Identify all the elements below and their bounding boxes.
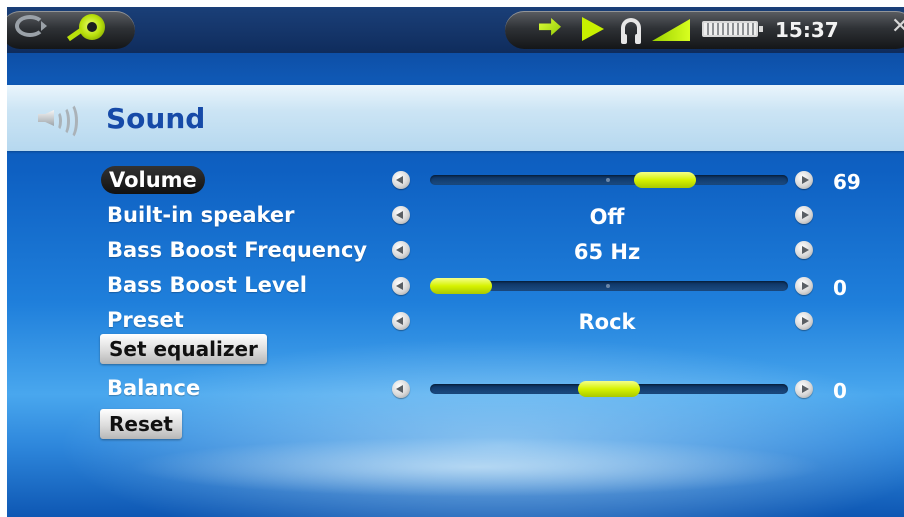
- bass-level-decrease-arrow-icon[interactable]: [392, 277, 410, 295]
- setting-label-bass-boost-level[interactable]: Bass Boost Level: [107, 273, 307, 297]
- balance-value: 0: [833, 379, 847, 403]
- bass-boost-level-slider-knob[interactable]: [430, 278, 492, 294]
- preset-prev-arrow-icon[interactable]: [392, 312, 410, 330]
- close-icon[interactable]: ✕: [891, 16, 904, 38]
- bass-frequency-next-arrow-icon[interactable]: [795, 241, 813, 259]
- volume-value: 69: [833, 170, 861, 194]
- device-screen: 15:37 ✕ Sound Volume 69 Built-in speaker…: [7, 7, 904, 517]
- builtin-speaker-value: Off: [589, 205, 625, 229]
- play-icon: [582, 17, 604, 41]
- balance-slider[interactable]: [430, 381, 788, 397]
- balance-slider-knob[interactable]: [578, 381, 640, 397]
- clock: 15:37: [775, 18, 839, 42]
- preset-next-arrow-icon[interactable]: [795, 312, 813, 330]
- refresh-icon[interactable]: [15, 15, 47, 37]
- volume-increase-arrow-icon[interactable]: [795, 171, 813, 189]
- bass-boost-frequency-value: 65 Hz: [573, 240, 641, 264]
- bass-level-increase-arrow-icon[interactable]: [795, 277, 813, 295]
- balance-left-arrow-icon[interactable]: [392, 380, 410, 398]
- settings-icon[interactable]: [79, 14, 105, 40]
- setting-label-builtin-speaker[interactable]: Built-in speaker: [107, 203, 295, 227]
- setting-label-bass-boost-frequency[interactable]: Bass Boost Frequency: [107, 238, 367, 262]
- headphones-icon: [621, 18, 641, 44]
- set-equalizer-button[interactable]: Set equalizer: [100, 334, 267, 364]
- bass-boost-level-value: 0: [833, 276, 847, 300]
- battery-icon: [702, 21, 763, 37]
- reset-button[interactable]: Reset: [100, 409, 182, 439]
- setting-label-preset[interactable]: Preset: [107, 308, 184, 332]
- speaker-next-arrow-icon[interactable]: [795, 206, 813, 224]
- volume-slider[interactable]: [430, 172, 788, 188]
- setting-label-volume[interactable]: Volume: [101, 166, 205, 194]
- balance-right-arrow-icon[interactable]: [795, 380, 813, 398]
- bass-boost-level-slider[interactable]: [430, 278, 788, 294]
- background-glow: [127, 437, 827, 497]
- volume-decrease-arrow-icon[interactable]: [392, 171, 410, 189]
- status-bar: 15:37 ✕: [7, 7, 904, 53]
- volume-slider-knob[interactable]: [634, 172, 696, 188]
- speaker-prev-arrow-icon[interactable]: [392, 206, 410, 224]
- page-header: Sound: [7, 85, 904, 151]
- preset-value: Rock: [578, 310, 636, 334]
- setting-label-balance[interactable]: Balance: [107, 376, 200, 400]
- bass-frequency-prev-arrow-icon[interactable]: [392, 241, 410, 259]
- speaker-icon: [38, 102, 78, 140]
- page-title: Sound: [106, 102, 206, 135]
